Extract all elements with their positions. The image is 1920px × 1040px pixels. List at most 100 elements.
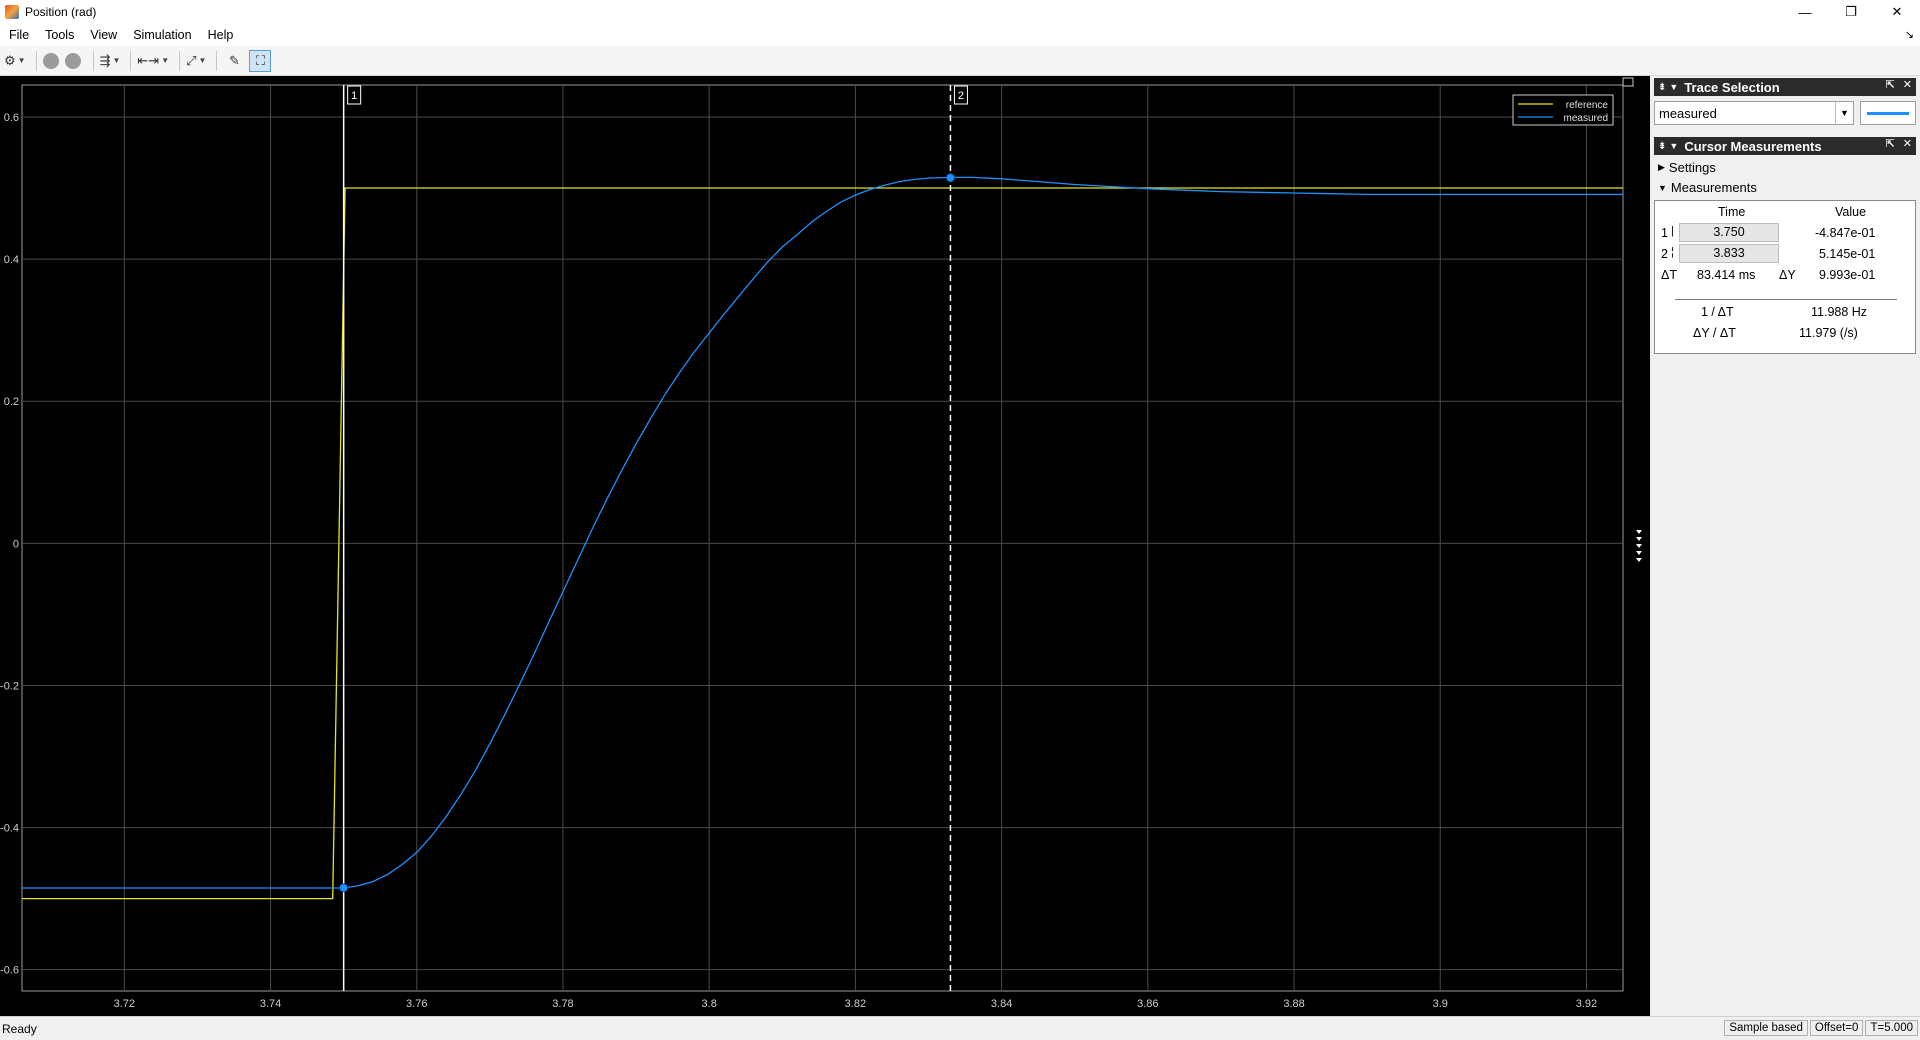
x-tick-label: 3.82: [845, 998, 866, 1010]
window-title: Position (rad): [25, 5, 97, 19]
menu-file[interactable]: File: [4, 28, 34, 42]
delta-t-label: ΔT: [1661, 268, 1677, 282]
toolbar-separator: [35, 50, 37, 71]
collapse-panel-arrow-icon: [1636, 544, 1642, 548]
scope-display[interactable]: 3.72 3.74 3.76 3.78 3.8 3.82 3.84 3.86 3.88 3.9 3.…: [0, 76, 1650, 1016]
y-tick-label: 0.2: [4, 396, 19, 408]
cursor-solid-icon: |: [1671, 225, 1674, 237]
menu-simulation[interactable]: Simulation: [128, 28, 196, 42]
y-tick-label: 0.4: [4, 254, 19, 266]
close-icon[interactable]: ✕: [1903, 137, 1912, 150]
pin-icon[interactable]: ⇟: [1658, 141, 1666, 152]
cursor-2-tag-label: 2: [958, 90, 964, 102]
collapse-panel-arrow-icon: [1636, 530, 1642, 534]
scale-axes-button[interactable]: ⤢ ▼: [186, 50, 206, 72]
collapse-panel-arrow-icon: [1636, 537, 1642, 541]
settings-section-toggle[interactable]: ▶ Settings: [1658, 160, 1716, 175]
slope-label: ΔY / ΔT: [1693, 326, 1736, 340]
legend-label-reference: reference: [1566, 100, 1609, 111]
cursor-1-tag-label: 1: [351, 90, 357, 102]
measurements-section-toggle[interactable]: ▼ Measurements: [1658, 180, 1757, 195]
cursor-1-marker: [339, 883, 349, 893]
toolbar-separator: [130, 50, 132, 71]
collapse-icon: ▼: [1658, 182, 1667, 193]
x-tick-label: 3.9: [1433, 998, 1448, 1010]
status-text: Ready: [2, 1021, 37, 1036]
cursor-1-value: -4.847e-01: [1815, 226, 1876, 240]
close-button[interactable]: ✕: [1874, 0, 1920, 24]
menu-help[interactable]: Help: [203, 28, 239, 42]
settings-button[interactable]: ⚙ ▼: [4, 50, 26, 72]
collapse-icon[interactable]: ▼: [1669, 141, 1678, 151]
menu-tools[interactable]: Tools: [40, 28, 79, 42]
undock-icon[interactable]: ⇱: [1886, 137, 1895, 150]
close-icon[interactable]: ✕: [1903, 78, 1912, 91]
cursor-2-id: 2: [1661, 247, 1668, 261]
highlight-icon: ✎: [229, 52, 240, 68]
expand-icon: ▶: [1658, 162, 1665, 172]
chevron-down-icon: ▼: [198, 56, 207, 65]
legend-label-measured: measured: [1564, 113, 1608, 124]
trace-line-sample: [1867, 112, 1909, 115]
slope-value: 11.979 (/s): [1799, 326, 1858, 340]
undock-icon[interactable]: ⇱: [1886, 78, 1895, 91]
y-tick-label: -0.6: [0, 965, 19, 977]
x-tick-label: 3.92: [1576, 998, 1597, 1010]
toolbar-separator: [216, 50, 218, 71]
pin-icon[interactable]: ⇟: [1658, 82, 1666, 93]
scale-axes-icon: ⤢: [186, 52, 197, 68]
cursor-dashed-icon: ¦: [1671, 246, 1674, 258]
chevron-down-icon: ▼: [112, 56, 121, 65]
toolbar-separator: [179, 50, 181, 71]
chevron-down-icon: ▼: [17, 56, 26, 65]
undock-arrow-icon[interactable]: ↘: [1905, 28, 1914, 41]
trace-select-dropdown[interactable]: measured ▼: [1654, 101, 1854, 125]
y-tick-label: 0: [13, 538, 19, 550]
x-tick-label: 3.72: [114, 998, 135, 1010]
collapse-panel-arrow-icon: [1636, 551, 1642, 555]
delta-y-label: ΔY: [1779, 268, 1796, 282]
x-tick-label: 3.88: [1283, 998, 1304, 1010]
menu-view[interactable]: View: [85, 28, 122, 42]
trace-selection-title: Trace Selection: [1684, 79, 1780, 95]
measurements-label: Measurements: [1670, 180, 1757, 195]
restore-button[interactable]: ❐: [1828, 0, 1874, 24]
stop-button[interactable]: [64, 52, 81, 69]
header-value: Value: [1835, 205, 1867, 219]
minimize-button[interactable]: —: [1782, 0, 1828, 24]
triggers-button[interactable]: ⇶ ▼: [100, 50, 121, 72]
measurements-table: Time Value 1 | 3.750 -4.847e-01 2 ¦ 3.83…: [1654, 200, 1916, 354]
triggers-icon: ⇶: [99, 52, 111, 68]
collapse-panel-arrow-icon: [1636, 558, 1642, 562]
inverse-dt-value: 11.988 Hz: [1811, 305, 1868, 319]
title-bar: Position (rad) — ❐ ✕: [0, 0, 1920, 24]
sim-time-indicator: T=5.000: [1865, 1020, 1918, 1036]
delta-t-value: 83.414 ms: [1697, 268, 1756, 282]
cursor-measurements-button[interactable]: ⛶: [249, 49, 272, 72]
zoom-button[interactable]: ⇤⇥ ▼: [137, 50, 169, 72]
x-tick-label: 3.84: [991, 998, 1012, 1010]
status-bar: Ready Sample based Offset=0 T=5.000: [0, 1016, 1920, 1040]
gear-icon: ⚙: [4, 52, 16, 68]
x-tick-label: 3.78: [552, 998, 573, 1010]
cursor-2-time-field[interactable]: 3.833: [1679, 244, 1779, 263]
cursor-measurements-header: ⇟ ▼ Cursor Measurements ⇱ ✕: [1654, 137, 1916, 155]
x-tick-label: 3.76: [406, 998, 427, 1010]
cursor-1-time-field[interactable]: 3.750: [1679, 223, 1779, 242]
highlight-simulink-button[interactable]: ✎: [223, 50, 245, 72]
y-tick-label: -0.4: [0, 823, 19, 835]
trace-color-swatch: [1860, 101, 1916, 125]
menu-bar: File Tools View Simulation Help ↘: [0, 24, 1920, 46]
cursor-measurements-title: Cursor Measurements: [1684, 138, 1822, 154]
delta-y-value: 9.993e-01: [1819, 268, 1876, 282]
x-tick-label: 3.8: [702, 998, 717, 1010]
plot-svg: 3.72 3.74 3.76 3.78 3.8 3.82 3.84 3.86 3.88 3.9 3.…: [0, 77, 1642, 1010]
x-tick-label: 3.74: [260, 998, 281, 1010]
maximize-axes-icon: [1622, 77, 1634, 87]
x-tick-label: 3.86: [1137, 998, 1158, 1010]
measure-icon: ⛶: [255, 52, 265, 68]
cursor-1-id: 1: [1661, 226, 1668, 240]
run-button[interactable]: [42, 52, 59, 69]
plot-area: [21, 84, 1624, 992]
collapse-icon[interactable]: ▼: [1669, 82, 1678, 92]
